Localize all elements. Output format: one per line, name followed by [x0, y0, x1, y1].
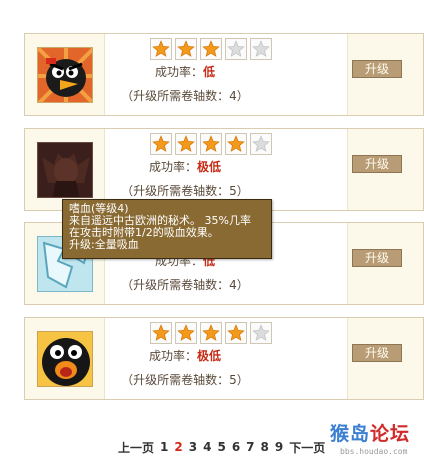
success-rate-value: 极低: [197, 160, 222, 174]
star-filled-icon: [175, 322, 197, 344]
success-rate-label: 成功率：: [148, 349, 197, 363]
page-link-9[interactable]: 9: [275, 440, 283, 454]
star-filled-icon: [200, 322, 222, 344]
star-empty-icon: [250, 322, 272, 344]
scroll-requirement: （升级所需卷轴数：5）: [121, 373, 249, 387]
page-numbers: 123456789: [160, 440, 283, 454]
prev-page-link[interactable]: 上一页: [118, 439, 154, 456]
star-filled-icon: [175, 133, 197, 155]
pagination: 上一页 123456789 下一页: [118, 438, 325, 456]
tooltip-upgrade: 升级:全量吸血: [69, 238, 139, 251]
star-filled-icon: [200, 38, 222, 60]
page-link-4[interactable]: 4: [203, 440, 211, 454]
star-filled-icon: [175, 38, 197, 60]
watermark-logo-a: 猴岛: [330, 423, 371, 445]
watermark-url: bbs.houdao.com: [340, 447, 408, 456]
next-page-link[interactable]: 下一页: [289, 439, 325, 456]
star-filled-icon: [150, 322, 172, 344]
star-filled-icon: [150, 133, 172, 155]
success-rate: 成功率：极低: [25, 347, 345, 364]
star-filled-icon: [225, 133, 247, 155]
skill-tooltip: 嗜血(等级4) 来自遥远中古欧洲的秘术。 35%几率 在攻击时附带1/2的吸血效…: [62, 199, 272, 259]
success-rate-value: 低: [203, 65, 216, 79]
success-rate: 成功率：极低: [25, 158, 345, 175]
watermark: 猴岛论坛 bbs.houdao.com: [330, 419, 424, 459]
page-link-1[interactable]: 1: [160, 440, 168, 454]
upgrade-button[interactable]: 升级: [352, 155, 402, 173]
page-link-2[interactable]: 2: [174, 440, 182, 454]
page-link-8[interactable]: 8: [261, 440, 269, 454]
upgrade-button-box: 升级: [347, 318, 423, 399]
page-link-3[interactable]: 3: [189, 440, 197, 454]
star-filled-icon: [225, 322, 247, 344]
upgrade-button[interactable]: 升级: [352, 60, 402, 78]
difficulty-stars: [150, 38, 272, 60]
star-filled-icon: [200, 133, 222, 155]
watermark-logo: 猴岛论坛: [330, 419, 410, 446]
page-link-5[interactable]: 5: [217, 440, 225, 454]
star-empty-icon: [225, 38, 247, 60]
difficulty-stars: [150, 322, 272, 344]
scroll-requirement: （升级所需卷轴数：5）: [121, 184, 249, 198]
skill-card: 成功率：低 （升级所需卷轴数：4） 升级: [24, 33, 424, 116]
success-rate-label: 成功率：: [154, 65, 203, 79]
skill-card: 成功率：极低 （升级所需卷轴数：5） 升级: [24, 317, 424, 400]
upgrade-button-box: 升级: [347, 34, 423, 115]
success-rate-value: 极低: [197, 349, 222, 363]
watermark-logo-b: 论坛: [370, 423, 411, 445]
success-rate-label: 成功率：: [148, 160, 197, 174]
star-filled-icon: [150, 38, 172, 60]
page-link-7[interactable]: 7: [246, 440, 254, 454]
scroll-requirement: （升级所需卷轴数：4）: [121, 278, 249, 292]
upgrade-button-box: 升级: [347, 129, 423, 210]
upgrade-button[interactable]: 升级: [352, 344, 402, 362]
star-empty-icon: [250, 38, 272, 60]
difficulty-stars: [150, 133, 272, 155]
success-rate: 成功率：低: [25, 63, 345, 80]
upgrade-button-box: 升级: [347, 223, 423, 304]
upgrade-button[interactable]: 升级: [352, 249, 402, 267]
scroll-requirement: （升级所需卷轴数：4）: [121, 89, 249, 103]
page-link-6[interactable]: 6: [232, 440, 240, 454]
star-empty-icon: [250, 133, 272, 155]
